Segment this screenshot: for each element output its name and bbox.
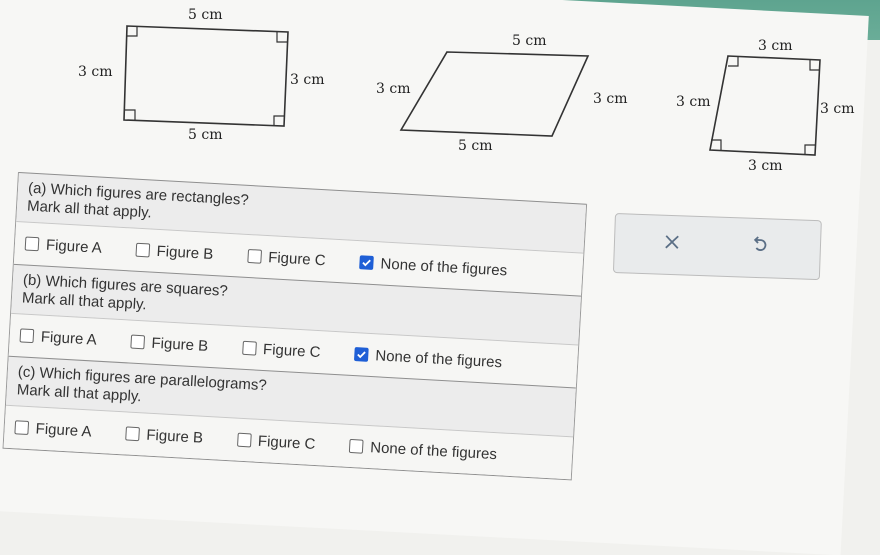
answer-actions: [612, 213, 822, 281]
clear-button[interactable]: [655, 227, 690, 256]
checkbox[interactable]: [19, 328, 35, 344]
figure-a-right-label: 3 cm: [290, 72, 324, 88]
figure-a-bottom-label: 5 cm: [188, 127, 222, 143]
qb-option-none[interactable]: None of the figures: [354, 346, 502, 371]
undo-icon: [753, 236, 767, 251]
option-label: None of the figures: [380, 254, 508, 279]
x-icon: [665, 235, 679, 249]
option-label: Figure A: [45, 236, 103, 257]
right-angle-mark: [728, 56, 739, 67]
qa-option-figure-a[interactable]: Figure A: [24, 235, 103, 257]
undo-button[interactable]: [742, 230, 777, 259]
right-angle-mark: [127, 26, 138, 37]
right-angle-mark: [276, 32, 288, 43]
qc-option-none[interactable]: None of the figures: [348, 437, 498, 463]
option-label: Figure B: [151, 334, 209, 355]
option-label: Figure C: [267, 248, 327, 269]
option-label: None of the figures: [374, 346, 503, 371]
option-label: Figure A: [40, 328, 98, 349]
option-label: Figure B: [156, 242, 214, 263]
qc-option-figure-b[interactable]: Figure B: [125, 425, 204, 446]
checkbox[interactable]: [14, 420, 30, 435]
qa-option-none[interactable]: None of the figures: [359, 254, 508, 279]
figure-c-left-label: 3 cm: [676, 94, 710, 110]
right-angle-mark: [711, 139, 722, 150]
right-angle-mark: [809, 60, 820, 71]
option-label: Figure C: [257, 432, 316, 453]
qc-option-figure-c[interactable]: Figure C: [236, 431, 316, 453]
figure-b-bottom-label: 5 cm: [458, 138, 492, 154]
figure-a-top-label: 5 cm: [188, 7, 222, 23]
figure-b: 5 cm 3 cm 3 cm 5 cm: [376, 33, 627, 154]
checkbox[interactable]: [236, 432, 252, 448]
option-label: Figure C: [262, 340, 321, 361]
checkbox[interactable]: [359, 255, 374, 270]
option-label: None of the figures: [369, 438, 498, 463]
figure-c-bottom-label: 3 cm: [748, 158, 782, 174]
right-angle-mark: [125, 109, 136, 120]
checkbox[interactable]: [246, 248, 262, 264]
figure-a-left-label: 3 cm: [78, 64, 112, 80]
figure-a: 5 cm 3 cm 3 cm 5 cm: [78, 7, 324, 143]
qa-option-figure-c[interactable]: Figure C: [246, 247, 327, 269]
figure-c-top-label: 3 cm: [758, 38, 792, 54]
option-label: Figure A: [35, 419, 92, 440]
checkbox[interactable]: [24, 236, 40, 252]
checkbox[interactable]: [125, 426, 140, 442]
checkbox[interactable]: [241, 340, 257, 356]
qb-option-figure-a[interactable]: Figure A: [19, 327, 97, 348]
qb-option-figure-c[interactable]: Figure C: [241, 339, 321, 361]
figure-b-left-label: 3 cm: [376, 81, 410, 97]
checkbox[interactable]: [130, 334, 145, 350]
check-icon: [357, 351, 366, 359]
figure-c: 3 cm 3 cm 3 cm 3 cm: [676, 38, 854, 174]
qc-option-figure-a[interactable]: Figure A: [14, 419, 92, 440]
figure-b-top-label: 5 cm: [512, 33, 546, 49]
check-icon: [362, 259, 371, 267]
checkbox[interactable]: [348, 438, 364, 454]
checkbox[interactable]: [135, 242, 151, 258]
questions-panel: (a) Which figures are rectangles? Mark a…: [2, 172, 588, 493]
checkbox[interactable]: [354, 347, 369, 362]
qb-option-figure-b[interactable]: Figure B: [130, 333, 209, 354]
qa-option-figure-b[interactable]: Figure B: [135, 241, 214, 263]
figure-b-right-label: 3 cm: [593, 91, 627, 107]
figure-c-right-label: 3 cm: [820, 101, 854, 117]
figures-area: 5 cm 3 cm 3 cm 5 cm 5 cm 3 cm 3 cm 5 cm …: [78, 7, 854, 174]
option-label: Figure B: [145, 426, 204, 447]
